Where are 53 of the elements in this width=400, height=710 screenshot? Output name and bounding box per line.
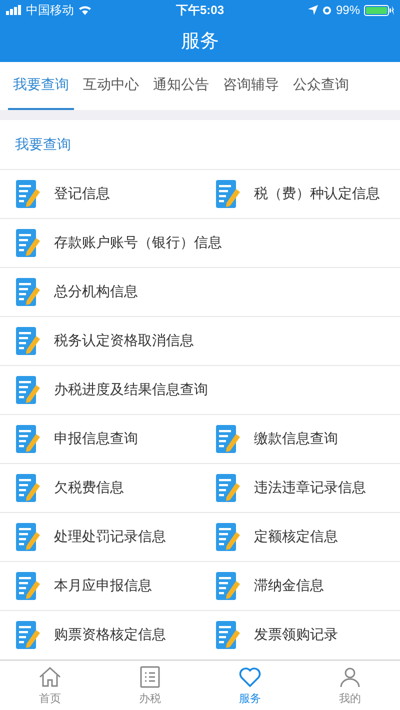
page-title: 服务 — [181, 30, 219, 54]
carrier-text: 中国移动 — [26, 2, 74, 18]
tab-bar-item[interactable]: 我的 — [300, 661, 400, 710]
document-pencil-icon — [16, 180, 40, 208]
document-pencil-icon — [16, 376, 40, 404]
list-item[interactable]: 处理处罚记录信息 — [0, 513, 200, 561]
tab[interactable]: 互动中心 — [78, 62, 144, 110]
list-item[interactable]: 登记信息 — [0, 170, 200, 218]
list-item[interactable]: 申报信息查询 — [0, 415, 200, 463]
document-pencil-icon — [216, 621, 240, 649]
battery-icon — [364, 4, 394, 16]
list-item[interactable]: 违法违章记录信息 — [200, 464, 400, 512]
document-pencil-icon — [16, 425, 40, 453]
list-item[interactable]: 发票领购记录 — [200, 611, 400, 659]
document-pencil-icon — [16, 229, 40, 257]
battery-text: 99% — [336, 3, 360, 17]
list-item[interactable]: 本月应申报信息 — [0, 562, 200, 610]
list-item[interactable]: 定额核定信息 — [200, 513, 400, 561]
document-pencil-icon — [16, 474, 40, 502]
list-item[interactable]: 税（费）种认定信息 — [200, 170, 400, 218]
location-icon — [308, 5, 318, 15]
list-item[interactable]: 缴款信息查询 — [200, 415, 400, 463]
tab-bar-item[interactable]: 办税 — [100, 661, 200, 710]
status-time: 下午5:03 — [176, 2, 224, 18]
wifi-icon — [78, 5, 92, 15]
document-pencil-icon — [16, 278, 40, 306]
list-item[interactable]: 办税进度及结果信息查询 — [0, 366, 208, 414]
tab[interactable]: 咨询辅导 — [218, 62, 284, 110]
list-item[interactable]: 滞纳金信息 — [200, 562, 400, 610]
list-item[interactable]: 购票资格核定信息 — [0, 611, 200, 659]
list-item[interactable]: 总分机构信息 — [0, 268, 200, 316]
tab[interactable]: 公众查询 — [288, 62, 354, 110]
document-pencil-icon — [216, 572, 240, 600]
home-icon — [38, 665, 62, 689]
signal-icon — [6, 5, 22, 15]
document-pencil-icon — [16, 327, 40, 355]
document-pencil-icon — [216, 523, 240, 551]
tab[interactable]: 通知公告 — [148, 62, 214, 110]
document-pencil-icon — [216, 474, 240, 502]
tab-bar-item[interactable]: 服务 — [200, 661, 300, 710]
list-icon — [138, 665, 162, 689]
document-pencil-icon — [16, 523, 40, 551]
list-item[interactable]: 欠税费信息 — [0, 464, 200, 512]
document-pencil-icon — [216, 425, 240, 453]
section-title: 我要查询 — [15, 136, 71, 154]
tab-bar-item[interactable]: 首页 — [0, 661, 100, 710]
list-item[interactable]: 税务认定资格取消信息 — [0, 317, 200, 365]
heart-icon — [238, 665, 262, 689]
document-pencil-icon — [216, 180, 240, 208]
document-pencil-icon — [16, 572, 40, 600]
person-icon — [338, 665, 362, 689]
list-item[interactable]: 存款账户账号（银行）信息 — [0, 219, 222, 267]
document-pencil-icon — [16, 621, 40, 649]
